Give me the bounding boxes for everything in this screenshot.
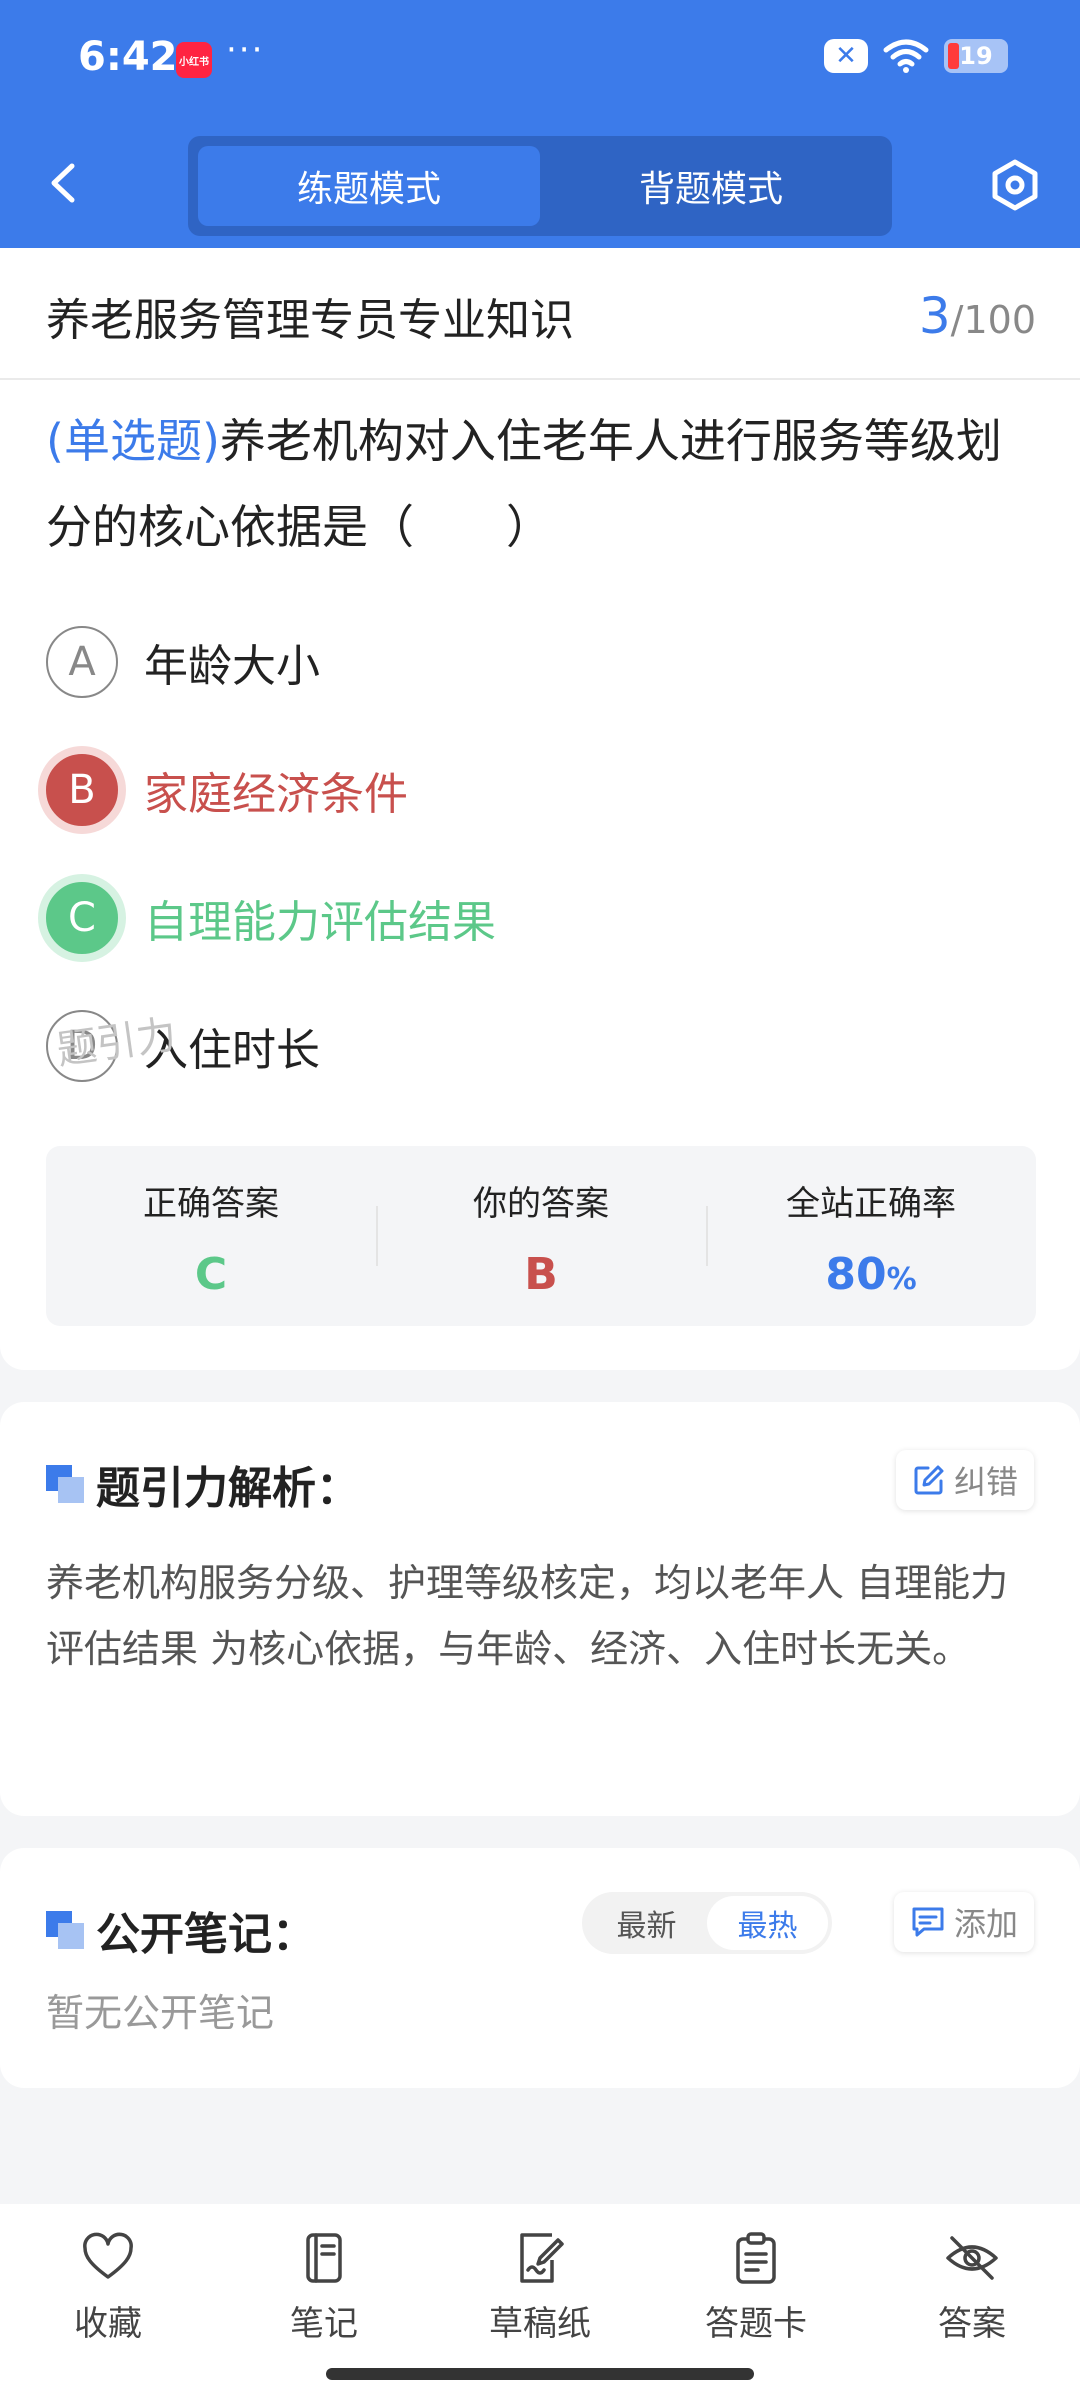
notes-header: 公开笔记： (46, 1898, 316, 1962)
total-questions: /100 (950, 298, 1036, 342)
your-answer-value: B (524, 1249, 558, 1300)
question-text: (单选题)养老机构对入住老年人进行服务等级划分的核心依据是（ ） (46, 398, 1036, 570)
add-note-button[interactable]: 添加 (893, 1892, 1034, 1952)
option-text: 家庭经济条件 (144, 769, 408, 820)
option-text: 年龄大小 (144, 641, 320, 692)
nav-answer[interactable]: 答案 (864, 2204, 1080, 2400)
nav-label: 答题卡 (705, 2304, 807, 2344)
correct-answer-value: C (194, 1249, 228, 1300)
nav-label: 收藏 (74, 2304, 142, 2344)
divider (0, 378, 1080, 380)
back-arrow-icon[interactable] (40, 158, 90, 208)
nav-label: 答案 (938, 2304, 1006, 2344)
analysis-header: 题引力解析： (46, 1452, 360, 1516)
section-squares-icon (46, 1465, 84, 1503)
analysis-text: 养老机构服务分级、护理等级核定，均以老年人 自理能力评估结果 为核心依据，与年龄… (46, 1561, 1009, 1671)
nav-favorite[interactable]: 收藏 (0, 2204, 216, 2400)
rate-number: 80 (825, 1249, 887, 1300)
answer-stats: 正确答案 C 你的答案 B 全站正确率 80% (46, 1146, 1036, 1326)
wifi-icon (883, 39, 929, 73)
report-error-label: 纠错 (953, 1463, 1018, 1501)
top-header: 6:42 小红书 ··· ✕ 19 练题模式 背题模式 (0, 0, 1080, 248)
comment-icon (912, 1907, 944, 1937)
notes-empty-text: 暂无公开笔记 (46, 1991, 275, 2035)
title-row: 养老服务管理专员专业知识 3/100 (46, 286, 1036, 346)
stat-correct-answer: 正确答案 C (46, 1146, 376, 1326)
battery-percent: 19 (959, 42, 993, 70)
notebook-icon (306, 2233, 342, 2283)
more-notifications-icon: ··· (226, 30, 265, 70)
xiaohongshu-notification-icon: 小红书 (176, 42, 212, 78)
option-c[interactable]: C 自理能力评估结果 (46, 880, 496, 956)
answer-card-icon (736, 2232, 776, 2284)
rate-unit: % (886, 1262, 917, 1297)
home-indicator (326, 2368, 754, 2380)
section-squares-icon (46, 1911, 84, 1949)
stat-label: 正确答案 (143, 1184, 279, 1224)
report-error-button[interactable]: 纠错 (895, 1450, 1034, 1510)
blocked-icon: ✕ (824, 39, 868, 73)
status-time: 6:42 (78, 34, 178, 80)
notes-sort-toggle: 最新 最热 (582, 1892, 832, 1954)
sort-latest[interactable]: 最新 (586, 1896, 707, 1950)
notes-title: 公开笔记： (96, 1909, 316, 1960)
option-letter: A (46, 626, 118, 698)
subject-title: 养老服务管理专员专业知识 (46, 295, 574, 346)
tab-practice-mode[interactable]: 练题模式 (198, 146, 540, 226)
stat-label: 全站正确率 (786, 1184, 956, 1224)
option-text: 自理能力评估结果 (144, 897, 496, 948)
question-counter: 3/100 (919, 287, 1036, 345)
nav-label: 笔记 (290, 2304, 358, 2344)
sort-hottest[interactable]: 最热 (707, 1896, 828, 1950)
option-a[interactable]: A 年龄大小 (46, 624, 320, 700)
stat-your-answer: 你的答案 B (376, 1146, 706, 1326)
current-question-number: 3 (918, 287, 951, 345)
accuracy-rate-value: 80% (825, 1249, 916, 1300)
option-b[interactable]: B 家庭经济条件 (46, 752, 408, 828)
edit-icon (914, 1465, 944, 1495)
option-letter: C (46, 882, 118, 954)
question-type: (单选题) (46, 414, 220, 468)
add-note-label: 添加 (953, 1905, 1018, 1943)
battery-icon: 19 (944, 39, 1008, 73)
stat-accuracy-rate: 全站正确率 80% (706, 1146, 1036, 1326)
mode-switch: 练题模式 背题模式 (188, 136, 892, 236)
analysis-title: 题引力解析： (96, 1463, 360, 1514)
nav-label: 草稿纸 (489, 2304, 591, 2344)
status-indicators: ✕ 19 (824, 38, 1008, 74)
stat-label: 你的答案 (473, 1184, 609, 1224)
battery-level (948, 43, 959, 69)
draft-paper-icon (520, 2233, 564, 2283)
settings-icon[interactable] (988, 158, 1042, 212)
heart-icon (83, 2232, 133, 2279)
question-card: 养老服务管理专员专业知识 3/100 (单选题)养老机构对入住老年人进行服务等级… (0, 248, 1080, 1370)
analysis-card: 题引力解析： 纠错 养老机构服务分级、护理等级核定，均以老年人 自理能力评估结果… (0, 1402, 1080, 1816)
notes-card: 公开笔记： 最新 最热 添加 暂无公开笔记 (0, 1848, 1080, 2088)
tab-memorize-mode[interactable]: 背题模式 (540, 146, 882, 226)
eye-off-icon (946, 2236, 998, 2280)
option-letter: B (46, 754, 118, 826)
